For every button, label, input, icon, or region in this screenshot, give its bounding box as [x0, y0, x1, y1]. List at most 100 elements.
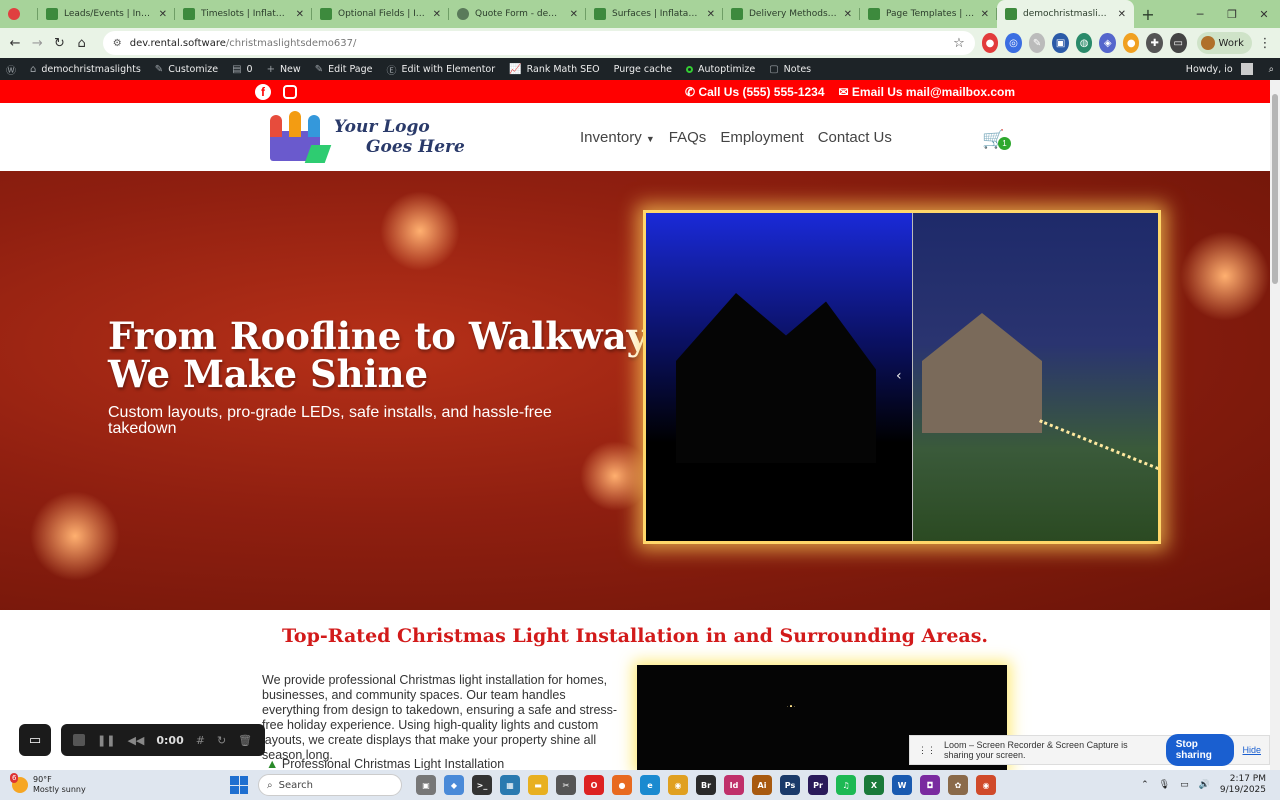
- extensions-puzzle-icon[interactable]: ✚: [1146, 33, 1163, 53]
- grid-icon[interactable]: #: [196, 734, 205, 747]
- nav-employment[interactable]: Employment: [720, 129, 803, 146]
- premiere-icon[interactable]: Pr: [808, 775, 828, 795]
- volume-icon[interactable]: 🔊: [1199, 780, 1210, 790]
- restart-icon[interactable]: ↻: [217, 734, 226, 747]
- browser-tab[interactable]: Delivery Methods | Inflata ✕: [723, 0, 860, 28]
- wp-edit-page[interactable]: ✎ Edit Page: [315, 64, 373, 75]
- minimize-icon[interactable]: ─: [1184, 0, 1216, 28]
- illustrator-icon[interactable]: Ai: [752, 775, 772, 795]
- browser-tab[interactable]: Leads/Events | InflatableO ✕: [38, 0, 175, 28]
- microphone-icon[interactable]: 🎙: [1159, 780, 1170, 790]
- restore-icon[interactable]: ❐: [1216, 0, 1248, 28]
- word-icon[interactable]: W: [892, 775, 912, 795]
- browser-tab[interactable]: Surfaces | InflatableOffice ✕: [586, 0, 723, 28]
- browser-tab[interactable]: Page Templates | Inflatab ✕: [860, 0, 997, 28]
- nav-contact[interactable]: Contact Us: [818, 129, 892, 146]
- pause-icon[interactable]: ❚❚: [97, 734, 115, 747]
- close-tab-icon[interactable]: ✕: [159, 9, 167, 20]
- nav-inventory[interactable]: Inventory ▼: [580, 129, 655, 146]
- weather-widget[interactable]: 6 90°F Mostly sunny: [0, 773, 230, 795]
- user-avatar[interactable]: [1240, 63, 1253, 75]
- extension-icon[interactable]: ◎: [1005, 33, 1022, 53]
- wp-howdy[interactable]: Howdy, io: [1186, 64, 1233, 75]
- app-icon[interactable]: ◘: [920, 775, 940, 795]
- close-tab-icon[interactable]: ✕: [1118, 9, 1126, 20]
- excel-icon[interactable]: X: [864, 775, 884, 795]
- site-logo[interactable]: Your Logo Goes Here: [262, 109, 465, 165]
- stop-recording-icon[interactable]: [73, 734, 85, 746]
- indesign-icon[interactable]: Id: [724, 775, 744, 795]
- wp-new[interactable]: + New: [267, 64, 301, 75]
- slider-arrow-icon[interactable]: ‹: [896, 368, 902, 384]
- reload-icon[interactable]: ↻: [50, 32, 68, 54]
- close-tab-icon[interactable]: ✕: [707, 9, 715, 20]
- new-tab-button[interactable]: +: [1134, 0, 1162, 28]
- extension-icon[interactable]: ◍: [1075, 33, 1093, 53]
- extension-icon[interactable]: ▣: [1052, 33, 1069, 53]
- wp-purge-cache[interactable]: Purge cache: [614, 64, 672, 75]
- drag-handle-icon[interactable]: ⋮⋮: [918, 745, 936, 756]
- hide-link[interactable]: Hide: [1242, 745, 1261, 755]
- wp-site-name[interactable]: ⌂ demochristmaslights: [30, 64, 141, 75]
- close-tab-icon[interactable]: ✕: [570, 9, 578, 20]
- rewind-icon[interactable]: ◀◀: [127, 734, 144, 747]
- email-link[interactable]: ✉ Email Us mail@mailbox.com: [839, 85, 1015, 99]
- browser-tab-active[interactable]: demochristmaslights ✕: [997, 0, 1134, 28]
- facebook-icon[interactable]: f: [255, 83, 271, 100]
- browser-tab[interactable]: Quote Form - demochris ✕: [449, 0, 586, 28]
- clock[interactable]: 2:17 PM 9/19/2025: [1220, 774, 1266, 796]
- firefox-icon[interactable]: ●: [612, 775, 632, 795]
- wp-comments[interactable]: ▤ 0: [232, 64, 253, 75]
- back-icon[interactable]: ←: [6, 32, 24, 54]
- edge-icon[interactable]: e: [640, 775, 660, 795]
- terminal-icon[interactable]: >_: [472, 775, 492, 795]
- bookmark-star-icon[interactable]: ☆: [953, 36, 965, 51]
- calculator-icon[interactable]: ▦: [500, 775, 520, 795]
- before-after-slider[interactable]: ‹: [643, 210, 1161, 544]
- task-view-icon[interactable]: ▣: [416, 775, 436, 795]
- copilot-icon[interactable]: ◆: [444, 775, 464, 795]
- browser-tab[interactable]: Timeslots | InflatableOffice ✕: [175, 0, 312, 28]
- bridge-icon[interactable]: Br: [696, 775, 716, 795]
- wp-autoptimize[interactable]: Autoptimize: [686, 64, 755, 75]
- spotify-icon[interactable]: ♫: [836, 775, 856, 795]
- close-tab-icon[interactable]: ✕: [433, 9, 441, 20]
- page-scrollbar[interactable]: [1270, 80, 1280, 770]
- forward-icon[interactable]: →: [28, 32, 46, 54]
- close-window-icon[interactable]: ✕: [1248, 0, 1280, 28]
- site-info-icon[interactable]: ⚙: [113, 38, 122, 49]
- extension-icon[interactable]: ●: [1122, 33, 1140, 53]
- extension-icon[interactable]: ◈: [1099, 33, 1116, 53]
- snipping-tool-icon[interactable]: ✂: [556, 775, 576, 795]
- extension-icon[interactable]: ●: [981, 33, 999, 53]
- home-icon[interactable]: ⌂: [73, 32, 91, 54]
- wp-rankmath[interactable]: 📈 Rank Math SEO: [509, 64, 600, 75]
- close-tab-icon[interactable]: ✕: [981, 9, 989, 20]
- browser-tab[interactable]: [0, 0, 38, 28]
- wordpress-logo-icon[interactable]: Ⓦ: [6, 62, 16, 77]
- display-icon[interactable]: ▭: [1180, 780, 1189, 790]
- wp-notes[interactable]: ▢ Notes: [769, 64, 811, 75]
- split-view-icon[interactable]: ▭: [1170, 33, 1187, 53]
- wp-elementor[interactable]: Ⓔ Edit with Elementor: [387, 62, 496, 77]
- app-icon[interactable]: ✿: [948, 775, 968, 795]
- instagram-icon[interactable]: [283, 84, 297, 99]
- taskbar-search[interactable]: ⌕ Search: [258, 774, 402, 796]
- phone-link[interactable]: ✆ Call Us (555) 555-1234: [685, 85, 824, 99]
- nav-faqs[interactable]: FAQs: [669, 129, 707, 146]
- chrome-icon[interactable]: ◉: [668, 775, 688, 795]
- chrome-active-icon[interactable]: ◉: [976, 775, 996, 795]
- chevron-up-icon[interactable]: ⌃: [1141, 780, 1149, 790]
- windows-start-icon[interactable]: [230, 776, 248, 794]
- browser-tab[interactable]: Optional Fields | Inflatab ✕: [312, 0, 449, 28]
- cart-button[interactable]: 🛒 1: [982, 129, 1011, 150]
- search-icon[interactable]: ⌕: [1269, 64, 1274, 75]
- stop-sharing-button[interactable]: Stop sharing: [1165, 734, 1235, 766]
- wp-customize[interactable]: ✎ Customize: [155, 64, 218, 75]
- extension-icon[interactable]: ✎: [1028, 33, 1046, 53]
- profile-button[interactable]: Work: [1196, 32, 1252, 54]
- scrollbar-thumb[interactable]: [1272, 94, 1278, 284]
- file-explorer-icon[interactable]: ▬: [528, 775, 548, 795]
- trash-icon[interactable]: 🗑: [238, 734, 252, 747]
- camera-toggle-icon[interactable]: ▭: [19, 724, 51, 756]
